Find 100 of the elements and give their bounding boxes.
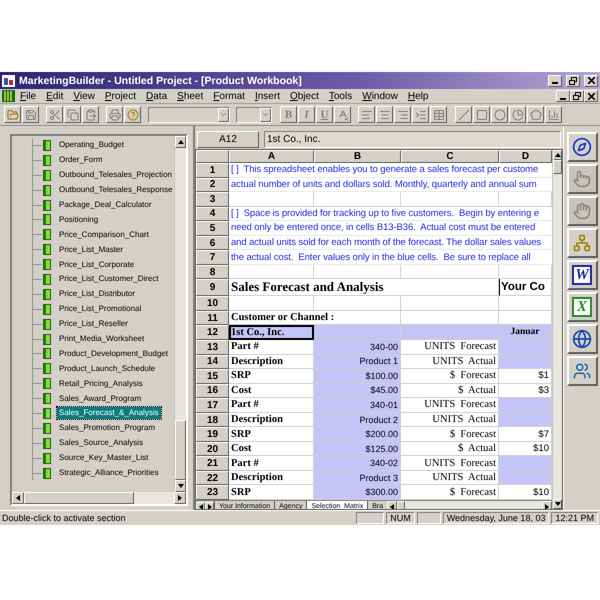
window-restore-button[interactable] [566,74,580,86]
menu-item[interactable]: Format [208,90,250,102]
people-button[interactable] [566,356,598,386]
scrollbar-thumb[interactable] [175,420,186,480]
excel-button[interactable]: X [566,292,598,322]
org-chart-button[interactable] [566,228,598,258]
tree-item[interactable]: Operating_Budget [57,139,126,152]
polygon-tool-button[interactable] [527,106,544,123]
column-header[interactable]: D [499,150,552,163]
tree-item[interactable]: Source_Key_Master_List [57,452,150,464]
cut-button[interactable] [46,106,63,123]
window-close-button[interactable] [584,74,598,86]
row-header[interactable]: 18 [196,412,229,428]
menu-item[interactable]: File [15,90,42,102]
font-dropdown[interactable] [148,106,230,122]
align-button[interactable] [376,106,393,123]
align-button[interactable] [412,106,429,123]
tree-item[interactable]: Price_List_Corporate [57,258,136,271]
row-header[interactable]: 6 [196,236,229,250]
row-header[interactable]: 14 [196,354,229,370]
document-restore-button[interactable] [570,90,584,102]
tree-item[interactable]: Package_Deal_Calculator [57,199,154,211]
menu-item[interactable]: Data [141,90,172,102]
row-header[interactable]: 9 [196,279,229,296]
tree-item[interactable]: Price_Comparison_Chart [57,228,151,241]
ellipse-tool-button[interactable] [491,106,508,123]
tree-item[interactable]: Sales_Promotion_Program [57,422,158,434]
menu-item[interactable]: Edit [41,90,68,102]
row-header[interactable]: 13 [196,340,229,355]
vertical-scrollbar[interactable] [174,136,186,492]
row-header[interactable]: 15 [196,369,229,384]
document-minimize-button[interactable] [556,90,570,102]
tree-item[interactable]: Sales_Forecast_&_Analysis [57,407,161,420]
align-button[interactable] [430,106,447,123]
row-header[interactable]: 8 [196,264,229,280]
compass-button[interactable] [566,132,598,162]
copy-button[interactable] [64,106,81,123]
column-header[interactable]: B [314,150,401,163]
tree-item[interactable]: Product_Development_Budget [57,348,170,360]
vertical-scrollbar[interactable] [552,150,562,509]
tree-item[interactable]: Price_List_Promotional [57,303,144,316]
print-button[interactable] [106,106,123,123]
size-dropdown[interactable] [236,106,272,122]
tree-item[interactable]: Outbound_Telesales_Projection [57,169,174,182]
row-header[interactable]: 22 [196,470,229,486]
tree-item[interactable]: Order_Form [57,154,105,166]
tree-item[interactable]: Positioning [57,214,100,226]
scrollbar-thumb[interactable] [553,160,562,174]
row-header[interactable]: 11 [196,310,229,326]
align-button[interactable] [394,106,411,123]
tree-item[interactable]: Retail_Pricing_Analysis [57,378,145,390]
row-header[interactable]: 23 [196,485,229,500]
column-header[interactable]: A [229,150,314,163]
tree-item[interactable]: Price_List_Reseller [57,318,130,330]
window-minimize-button[interactable] [548,74,562,86]
horizontal-scrollbar[interactable] [12,492,186,504]
row-header[interactable]: 10 [196,296,229,311]
spell-check-button[interactable] [334,106,351,123]
menu-item[interactable]: Tools [324,90,358,102]
tab-next-button[interactable] [205,502,214,509]
document-close-button[interactable] [584,90,598,102]
tree-item[interactable]: Product_Launch_Schedule [57,362,158,375]
row-header[interactable]: 7 [196,250,229,265]
row-header[interactable]: 2 [196,178,229,192]
name-box[interactable]: A12 [197,131,259,148]
tree-item[interactable]: Sales_Source_Analysis [57,437,146,450]
tab-prev-button[interactable] [196,502,205,509]
help-button[interactable] [124,106,141,123]
menu-item[interactable]: Sheet [172,90,208,102]
menu-item[interactable]: Object [284,90,324,102]
globe-button[interactable] [566,324,598,354]
row-header[interactable]: 3 [196,192,229,207]
tree-item[interactable]: Print_Media_Worksheet [57,333,146,346]
line-tool-button[interactable] [455,106,472,123]
rectangle-tool-button[interactable] [473,106,490,123]
row-header[interactable]: 20 [196,442,229,456]
select-all-button[interactable] [196,150,229,163]
row-header[interactable]: 1 [196,163,229,178]
open-button[interactable] [4,106,21,123]
row-header[interactable]: 12 [196,325,229,340]
chart-tool-button[interactable] [545,106,562,123]
tree-item[interactable]: Strategic_Alliance_Priorities [57,467,161,480]
pie-tool-button[interactable] [509,106,526,123]
tree-item[interactable]: Price_List_Distributor [57,288,138,300]
word-button[interactable]: W [566,260,598,290]
column-header[interactable]: C [401,150,499,163]
align-button[interactable] [358,106,375,123]
row-header[interactable]: 5 [196,221,229,236]
row-header[interactable]: 16 [196,384,229,398]
row-header[interactable]: 17 [196,398,229,413]
horizontal-scrollbar[interactable] [387,501,552,509]
menu-item[interactable]: Window [357,90,403,102]
menu-item[interactable]: View [68,90,100,102]
row-header[interactable]: 19 [196,427,229,442]
tree-item[interactable]: Sales_Award_Program [57,392,144,405]
row-header[interactable]: 21 [196,456,229,471]
scrollbar-thumb[interactable] [24,492,134,504]
row-header[interactable]: 4 [196,206,229,222]
tree-item[interactable]: Price_List_Master [57,244,126,256]
tree-item[interactable]: Price_List_Customer_Direct [57,273,161,286]
